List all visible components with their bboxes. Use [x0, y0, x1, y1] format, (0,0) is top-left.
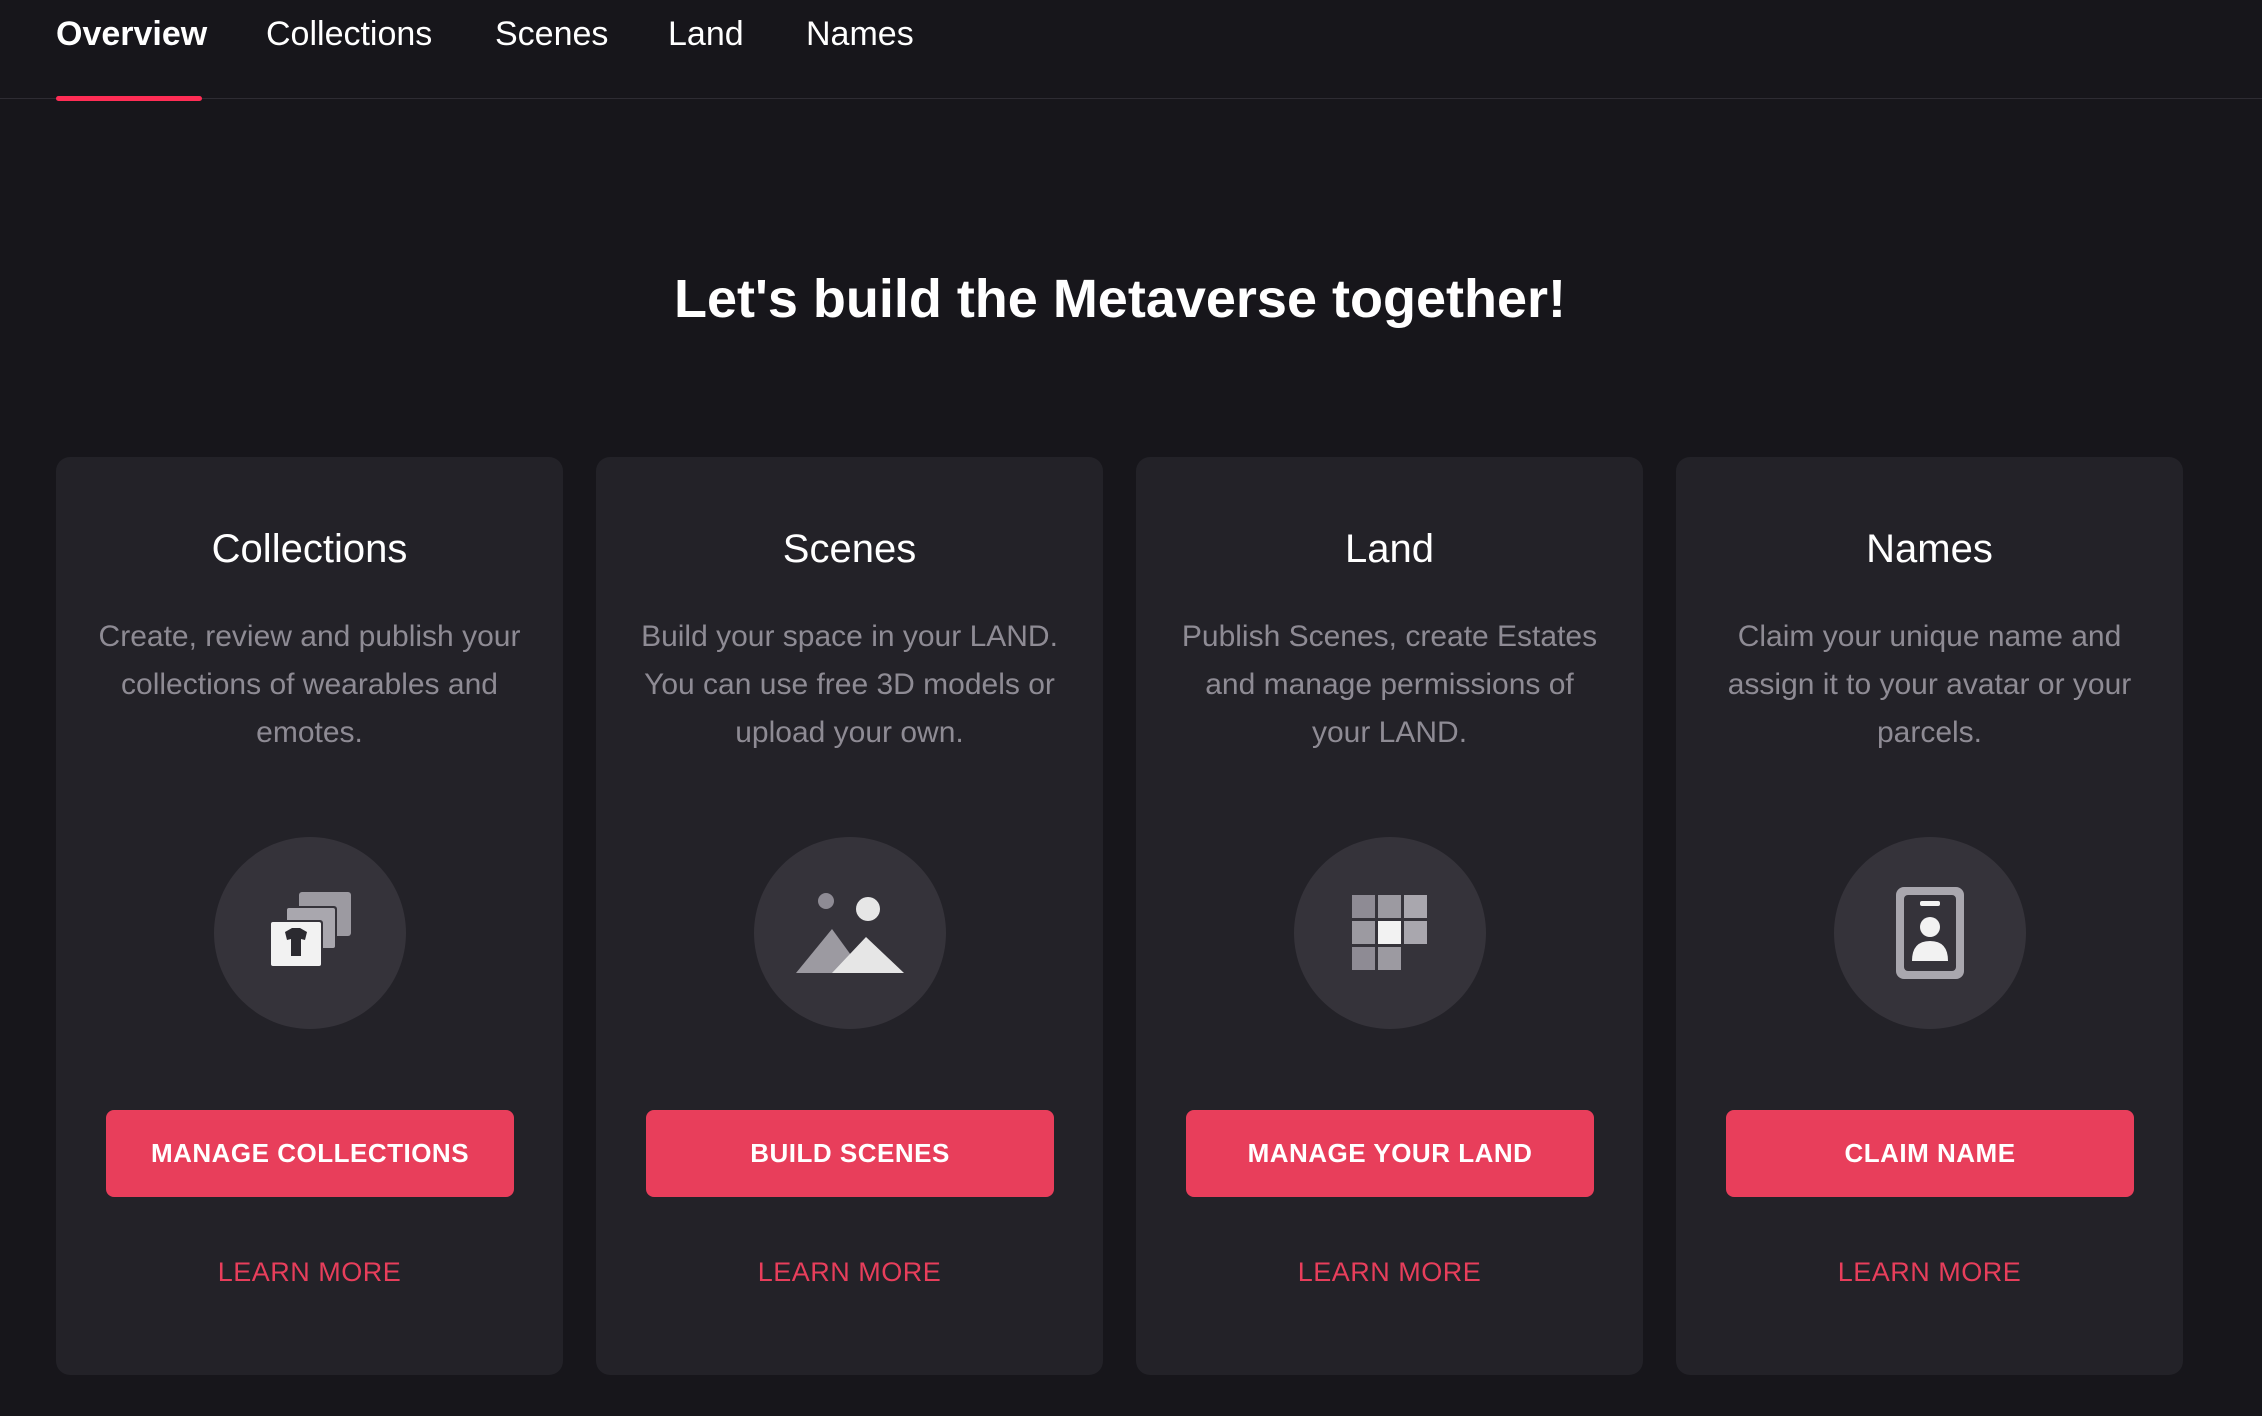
- scenes-icon: [754, 837, 946, 1029]
- collections-card: Collections Create, review and publish y…: [56, 457, 563, 1375]
- card-description: Claim your unique name and assign it to …: [1727, 620, 2132, 749]
- learn-more-link[interactable]: LEARN MORE: [1676, 1257, 2183, 1288]
- land-icon: [1294, 837, 1486, 1029]
- card-description: Build your space in your LAND. You can u…: [641, 620, 1058, 749]
- collections-icon: [214, 837, 406, 1029]
- manage-collections-button[interactable]: MANAGE COLLECTIONS: [106, 1110, 514, 1197]
- names-icon: [1834, 837, 2026, 1029]
- page-title: Let's build the Metaverse together!: [673, 269, 1566, 329]
- card-title: Names: [1866, 527, 1993, 571]
- tab-overview[interactable]: Overview: [56, 14, 207, 54]
- learn-more-link[interactable]: LEARN MORE: [56, 1257, 563, 1288]
- tab-names[interactable]: Names: [806, 14, 914, 54]
- tab-scenes[interactable]: Scenes: [495, 14, 608, 54]
- tab-collections[interactable]: Collections: [266, 14, 432, 54]
- card-title: Land: [1345, 527, 1434, 571]
- card-title: Scenes: [782, 527, 917, 571]
- card-description: Create, review and publish your collecti…: [98, 620, 521, 749]
- learn-more-link[interactable]: LEARN MORE: [1136, 1257, 1643, 1288]
- learn-more-link[interactable]: LEARN MORE: [596, 1257, 1103, 1288]
- claim-name-button[interactable]: CLAIM NAME: [1726, 1110, 2134, 1197]
- tab-land[interactable]: Land: [668, 14, 744, 54]
- scenes-card: Scenes Build your space in your LAND. Yo…: [596, 457, 1103, 1375]
- card-description: Publish Scenes, create Estates and manag…: [1181, 620, 1598, 749]
- land-card: Land Publish Scenes, create Estates and …: [1136, 457, 1643, 1375]
- build-scenes-button[interactable]: BUILD SCENES: [646, 1110, 1054, 1197]
- top-nav: Overview Collections Scenes Land Names: [0, 0, 2262, 101]
- card-title: Collections: [211, 527, 408, 571]
- names-card: Names Claim your unique name and assign …: [1676, 457, 2183, 1375]
- active-tab-indicator: [56, 96, 202, 101]
- manage-your-land-button[interactable]: MANAGE YOUR LAND: [1186, 1110, 1594, 1197]
